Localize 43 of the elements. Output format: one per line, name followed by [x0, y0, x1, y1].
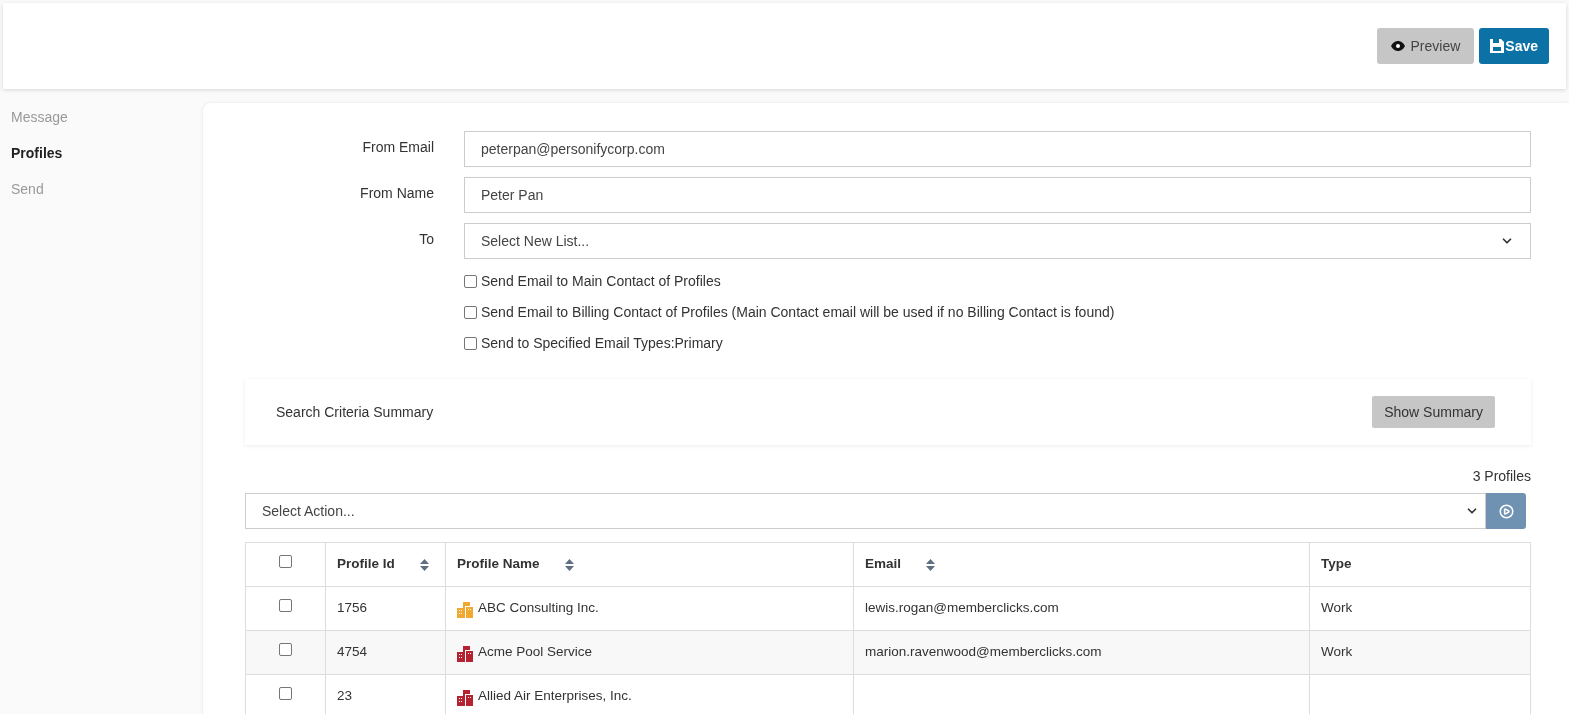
action-select[interactable]: Select Action... — [245, 493, 1486, 529]
preview-button[interactable]: Preview — [1376, 28, 1475, 64]
checkbox[interactable] — [279, 643, 292, 657]
checkbox[interactable] — [464, 337, 477, 350]
floppy-disk-icon — [1490, 39, 1505, 53]
input-field[interactable]: Peter Pan — [464, 177, 1531, 213]
show-summary-button[interactable]: Show Summary — [1372, 396, 1495, 428]
run-action-button[interactable] — [1486, 493, 1526, 529]
field-label: From Name — [359, 184, 434, 203]
table-cell: marion.ravenwood@memberclicks.com — [865, 644, 1102, 660]
table-cell: lewis.rogan@memberclicks.com — [865, 600, 1059, 616]
sort-icon[interactable] — [926, 558, 936, 571]
profile-name[interactable]: Acme Pool Service — [478, 642, 593, 663]
summary-label: Search Criteria Summary — [276, 402, 434, 422]
input-field[interactable]: peterpan@personifycorp.com — [464, 131, 1531, 167]
profile-name[interactable]: Allied Air Enterprises, Inc. — [478, 686, 632, 707]
table-cell: Work — [1321, 644, 1353, 660]
column-header[interactable]: Email — [853, 542, 1310, 587]
option-label: Send Email to Billing Contact of Profiles (Main Contact email will be used if no Billing Contact is found) — [481, 303, 1115, 322]
save-button[interactable]: Save — [1479, 28, 1549, 64]
column-header: Type — [1309, 542, 1531, 587]
field-label: From Email — [361, 138, 434, 157]
play-circle-icon — [1498, 503, 1514, 519]
table-cell: Work — [1321, 600, 1353, 616]
profile-count: 3 Profiles — [1472, 467, 1531, 486]
table-cell: 4754 — [325, 630, 446, 675]
checkbox[interactable] — [279, 599, 292, 613]
checkbox[interactable] — [279, 687, 292, 701]
sort-icon[interactable] — [419, 558, 429, 571]
column-header[interactable]: Profile Id — [325, 542, 446, 587]
checkbox[interactable] — [464, 275, 477, 288]
list-select[interactable]: Select New List... — [464, 223, 1531, 259]
checkbox[interactable] — [279, 555, 292, 569]
sidebar-link[interactable]: Profiles — [11, 143, 63, 164]
column-header[interactable]: Profile Name — [445, 542, 854, 587]
option-label: Send Email to Main Contact of Profiles — [481, 272, 721, 291]
field-label: To — [418, 230, 434, 249]
table-cell: 1756 — [325, 586, 446, 631]
profile-name[interactable]: ABC Consulting Inc. — [478, 598, 599, 619]
option-label: Send to Specified Email Types:Primary — [481, 334, 723, 353]
sort-icon[interactable] — [564, 558, 574, 571]
eye-icon — [1390, 41, 1405, 51]
checkbox[interactable] — [464, 306, 477, 319]
